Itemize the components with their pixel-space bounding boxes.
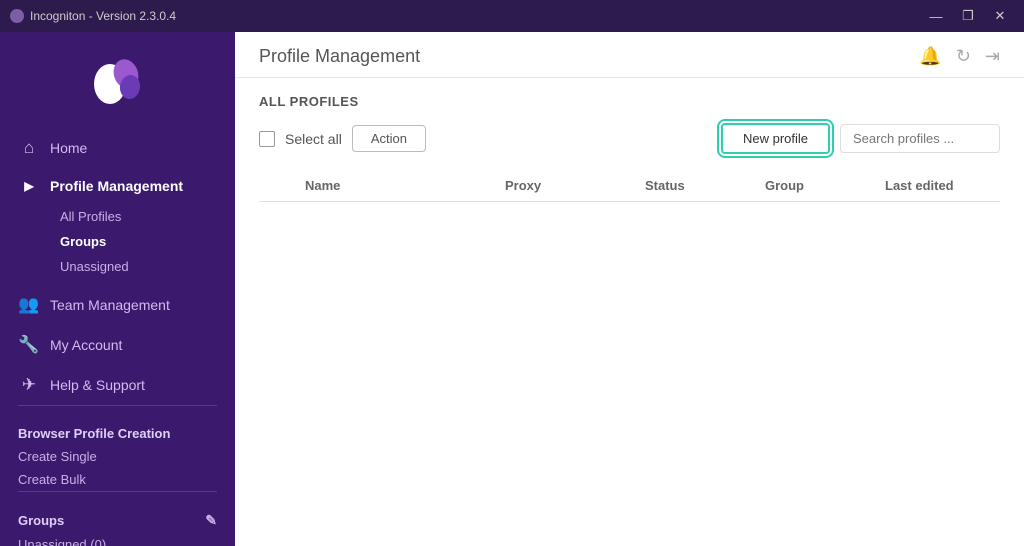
col-group: Group: [759, 178, 879, 193]
col-name: Name: [299, 178, 499, 193]
close-button[interactable]: ✕: [986, 5, 1014, 27]
sidebar-logo: [0, 32, 235, 128]
account-icon: 🔧: [18, 335, 40, 355]
titlebar: Incogniton - Version 2.3.0.4 — ❐ ✕: [0, 0, 1024, 32]
sidebar-item-home[interactable]: ⌂ Home: [0, 128, 235, 168]
sidebar-item-team-management[interactable]: 👥 Team Management: [0, 285, 235, 325]
select-all-checkbox[interactable]: [259, 131, 275, 147]
col-checkbox: [259, 178, 299, 193]
minimize-button[interactable]: —: [922, 5, 950, 27]
titlebar-controls: — ❐ ✕: [922, 5, 1014, 27]
groups-header: Groups ✎: [0, 498, 235, 533]
divider-1: [18, 405, 217, 406]
section-title: ALL PROFILES: [259, 94, 1000, 109]
sidebar-item-create-single[interactable]: Create Single: [0, 445, 235, 468]
col-last-edited: Last edited: [879, 178, 1000, 193]
app-icon: [10, 9, 24, 23]
select-all-label[interactable]: Select all: [285, 131, 342, 147]
logo-svg: [88, 52, 148, 112]
page-title: Profile Management: [259, 46, 420, 67]
refresh-icon[interactable]: ↻: [956, 46, 971, 67]
col-proxy: Proxy: [499, 178, 639, 193]
groups-edit-icon[interactable]: ✎: [205, 512, 217, 529]
forward-icon[interactable]: ⇥: [985, 46, 1000, 67]
sidebar-item-help-label: Help & Support: [50, 377, 145, 393]
action-button[interactable]: Action: [352, 125, 426, 152]
bell-icon[interactable]: 🔔: [919, 46, 941, 67]
sidebar-nav: ⌂ Home ▶ Profile Management All Profiles…: [0, 128, 235, 546]
toolbar: Select all Action New profile: [259, 123, 1000, 154]
sidebar-item-profile-label: Profile Management: [50, 178, 183, 194]
profile-sub-nav: All Profiles Groups Unassigned: [0, 204, 235, 279]
sidebar-item-home-label: Home: [50, 140, 87, 156]
sidebar-item-account-label: My Account: [50, 337, 122, 353]
home-icon: ⌂: [18, 138, 40, 158]
sidebar-item-unassigned[interactable]: Unassigned: [50, 254, 235, 279]
main-header: Profile Management 🔔 ↻ ⇥: [235, 32, 1024, 78]
divider-2: [18, 491, 217, 492]
new-profile-button[interactable]: New profile: [721, 123, 830, 154]
sidebar-item-all-profiles[interactable]: All Profiles: [50, 204, 235, 229]
app-title: Incogniton - Version 2.3.0.4: [30, 9, 176, 23]
profile-management-icon: ▶: [18, 179, 40, 193]
groups-title: Groups: [18, 513, 64, 528]
toolbar-left: Select all Action: [259, 125, 709, 152]
team-icon: 👥: [18, 295, 40, 315]
help-icon: ✈: [18, 375, 40, 395]
sidebar-item-profile-management[interactable]: ▶ Profile Management: [0, 168, 235, 204]
header-icons: 🔔 ↻ ⇥: [919, 46, 1000, 67]
sidebar-item-help-support[interactable]: ✈ Help & Support: [0, 365, 235, 405]
sidebar-item-groups[interactable]: Groups: [50, 229, 235, 254]
col-status: Status: [639, 178, 759, 193]
titlebar-left: Incogniton - Version 2.3.0.4: [10, 9, 176, 23]
sidebar-item-unassigned-group[interactable]: Unassigned (0): [0, 533, 235, 546]
toolbar-right: New profile: [721, 123, 1000, 154]
sidebar-item-my-account[interactable]: 🔧 My Account: [0, 325, 235, 365]
table-header: Name Proxy Status Group Last edited: [259, 170, 1000, 202]
sidebar-item-create-bulk[interactable]: Create Bulk: [0, 468, 235, 491]
content-area: ALL PROFILES Select all Action New profi…: [235, 78, 1024, 546]
app-body: ⌂ Home ▶ Profile Management All Profiles…: [0, 32, 1024, 546]
main-content: Profile Management 🔔 ↻ ⇥ ALL PROFILES Se…: [235, 32, 1024, 546]
sidebar-item-team-label: Team Management: [50, 297, 170, 313]
search-input[interactable]: [840, 124, 1000, 153]
sidebar: ⌂ Home ▶ Profile Management All Profiles…: [0, 32, 235, 546]
empty-state: [259, 202, 1000, 402]
maximize-button[interactable]: ❐: [954, 5, 982, 27]
browser-profile-creation-title: Browser Profile Creation: [0, 412, 235, 445]
